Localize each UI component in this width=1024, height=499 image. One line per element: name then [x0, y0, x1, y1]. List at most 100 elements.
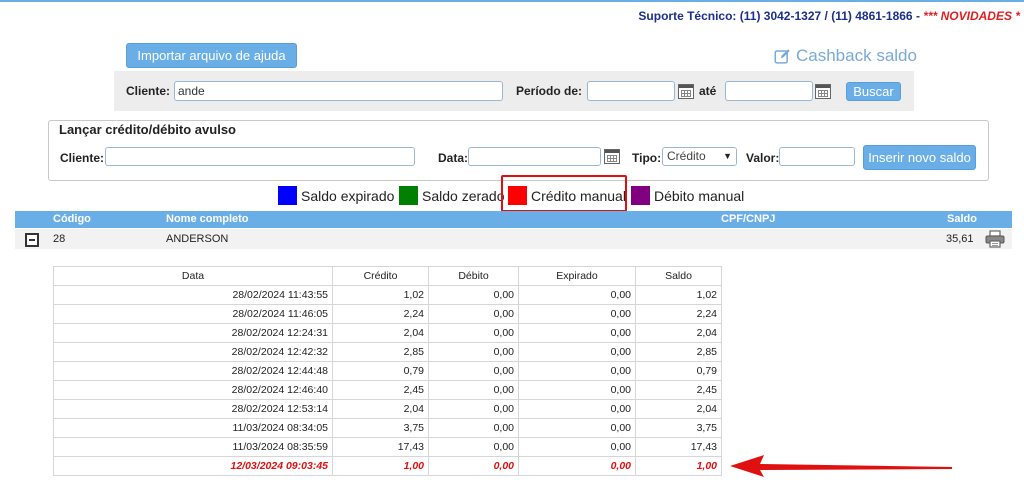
collapse-icon[interactable]: [25, 233, 39, 247]
cell-balance: 2,04: [635, 399, 722, 419]
red-arrow-icon: [730, 455, 952, 477]
cell-expired: 0,00: [518, 285, 636, 305]
cell-debit: 0,00: [428, 361, 519, 381]
entry-client-label: Cliente:: [60, 151, 105, 165]
import-help-file-button[interactable]: Importar arquivo de ajuda: [126, 43, 297, 68]
period-to-input[interactable]: [725, 81, 813, 101]
cell-balance: 2,85: [635, 342, 722, 362]
row-code: 28: [53, 233, 66, 245]
legend-item-expired: Saldo expirado: [278, 186, 394, 205]
cell-balance: 1,00: [635, 456, 722, 476]
cell-date: 28/02/2024 12:46:40: [53, 380, 333, 400]
printer-icon[interactable]: [985, 230, 1005, 248]
period-from-input[interactable]: [587, 81, 675, 101]
header-cpf-cnpj: CPF/CNPJ: [721, 213, 776, 225]
calendar-icon[interactable]: [604, 149, 620, 164]
support-label: Suporte Técnico:: [638, 9, 737, 23]
calendar-icon[interactable]: [678, 84, 694, 99]
cell-debit: 0,00: [428, 437, 519, 457]
entry-type-value: Crédito: [667, 149, 706, 163]
row-name: ANDERSON: [166, 233, 229, 245]
cell-date: 28/02/2024 12:44:48: [53, 361, 333, 381]
cell-balance: 1,02: [635, 285, 722, 305]
main-table-header: Código Nome completo CPF/CNPJ Saldo: [15, 211, 1012, 228]
row-balance: 35,61: [946, 233, 974, 245]
cell-debit: 0,00: [428, 418, 519, 438]
cell-credit: 17,43: [332, 437, 429, 457]
entry-client-input[interactable]: [105, 147, 415, 166]
cell-debit: 0,00: [428, 399, 519, 419]
table-row-manual-credit: 12/03/2024 09:03:45 1,00 0,00 0,00 1,00: [53, 456, 722, 476]
legend-swatch: [399, 186, 418, 205]
legend-item-zeroed: Saldo zerado: [399, 186, 505, 205]
manual-entry-panel: Lançar crédito/débito avulso Cliente: Da…: [48, 120, 989, 181]
cashback-title: Cashback saldo: [774, 46, 917, 66]
table-row: 28/02/2024 12:42:32 2,85 0,00 0,00 2,85: [53, 342, 722, 362]
cell-expired: 0,00: [518, 399, 636, 419]
table-row[interactable]: 28 ANDERSON 35,61: [15, 229, 1012, 249]
cell-debit: 0,00: [428, 285, 519, 305]
manual-entry-title: Lançar crédito/débito avulso: [59, 122, 236, 137]
entry-date-label: Data:: [438, 151, 469, 165]
search-button[interactable]: Buscar: [846, 82, 901, 101]
news-link[interactable]: *** NOVIDADES *: [923, 9, 1020, 23]
period-from-label: Período de:: [516, 84, 583, 98]
cell-balance: 17,43: [635, 437, 722, 457]
support-info: Suporte Técnico: (11) 3042-1327 / (11) 4…: [638, 9, 1020, 23]
detail-header-row: Data Crédito Débito Expirado Saldo: [53, 266, 722, 286]
top-border: [0, 0, 1024, 2]
cell-debit: 0,00: [428, 456, 519, 476]
table-row: 28/02/2024 11:43:55 1,02 0,00 0,00 1,02: [53, 285, 722, 305]
table-row: 11/03/2024 08:34:05 3,75 0,00 0,00 3,75: [53, 418, 722, 438]
legend-label: Saldo zerado: [422, 187, 505, 204]
cell-credit: 3,75: [332, 418, 429, 438]
cell-debit: 0,00: [428, 380, 519, 400]
cell-credit: 2,04: [332, 323, 429, 343]
client-search-input[interactable]: [174, 81, 503, 101]
cell-balance: 3,75: [635, 418, 722, 438]
cell-debit: 0,00: [428, 342, 519, 362]
cell-credit: 0,79: [332, 361, 429, 381]
cell-date: 11/03/2024 08:34:05: [53, 418, 333, 438]
cell-balance: 2,24: [635, 304, 722, 324]
detail-header-debit: Débito: [428, 266, 519, 286]
cell-expired: 0,00: [518, 323, 636, 343]
header-balance: Saldo: [947, 213, 977, 225]
legend-label: Débito manual: [654, 187, 745, 204]
cell-date: 28/02/2024 12:42:32: [53, 342, 333, 362]
table-row: 28/02/2024 12:24:31 2,04 0,00 0,00 2,04: [53, 323, 722, 343]
cell-expired: 0,00: [518, 304, 636, 324]
support-separator: /: [824, 9, 828, 23]
cell-date: 12/03/2024 09:03:45: [53, 456, 333, 476]
cell-expired: 0,00: [518, 342, 636, 362]
table-row: 11/03/2024 08:35:59 17,43 0,00 0,00 17,4…: [53, 437, 722, 457]
cell-debit: 0,00: [428, 323, 519, 343]
detail-header-credit: Crédito: [332, 266, 429, 286]
cell-expired: 0,00: [518, 437, 636, 457]
cell-balance: 0,79: [635, 361, 722, 381]
legend-item-manual-debit: Débito manual: [631, 186, 744, 205]
cell-date: 11/03/2024 08:35:59: [53, 437, 333, 457]
entry-date-input[interactable]: [468, 147, 601, 166]
calendar-icon[interactable]: [815, 84, 831, 99]
detail-header-balance: Saldo: [635, 266, 722, 286]
entry-value-input[interactable]: [779, 147, 855, 166]
cell-balance: 2,45: [635, 380, 722, 400]
header-code: Código: [53, 213, 91, 225]
cell-credit: 1,00: [332, 456, 429, 476]
cell-expired: 0,00: [518, 418, 636, 438]
entry-value-label: Valor:: [746, 151, 780, 165]
chevron-down-icon: ▼: [723, 151, 732, 161]
support-phone-2: (11) 4861-1866: [831, 9, 913, 23]
cell-credit: 2,04: [332, 399, 429, 419]
legend-swatch: [631, 186, 650, 205]
cell-credit: 2,85: [332, 342, 429, 362]
cell-date: 28/02/2024 12:24:31: [53, 323, 333, 343]
table-row: 28/02/2024 12:46:40 2,45 0,00 0,00 2,45: [53, 380, 722, 400]
cell-expired: 0,00: [518, 380, 636, 400]
legend-swatch: [278, 186, 297, 205]
entry-type-select[interactable]: Crédito ▼: [662, 147, 737, 166]
cell-date: 28/02/2024 11:43:55: [53, 285, 333, 305]
insert-balance-button[interactable]: Inserir novo saldo: [863, 145, 976, 170]
detail-header-date: Data: [53, 266, 333, 286]
